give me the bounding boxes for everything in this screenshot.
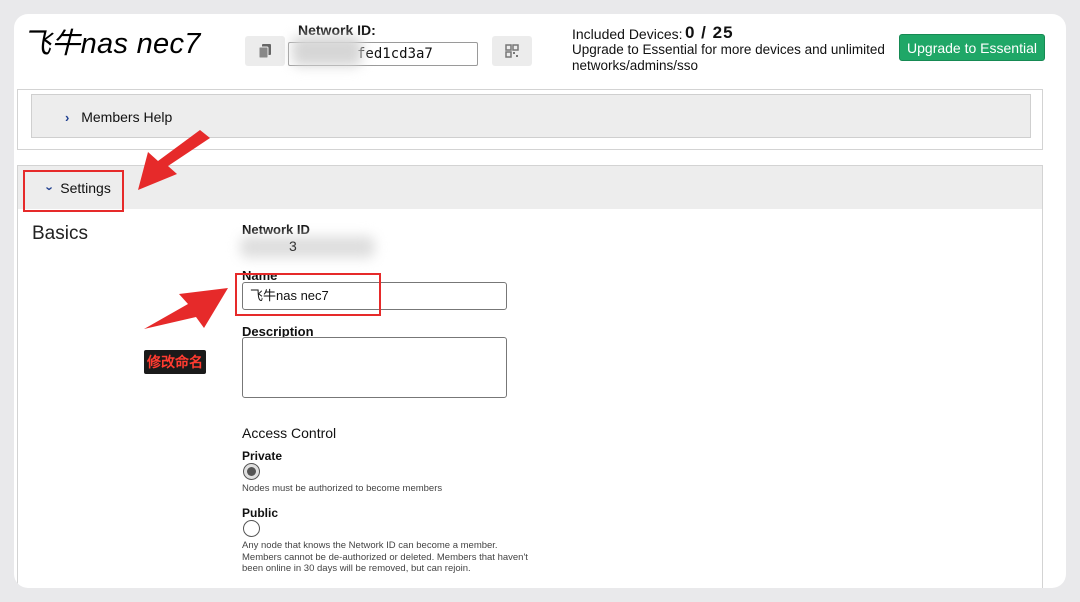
network-page: 飞牛nas nec7 Network ID: fed1cd3a7 Include…: [14, 14, 1066, 588]
arrow-to-settings: [138, 130, 210, 190]
annotation-arrows: [138, 130, 228, 329]
arrow-to-name: [144, 288, 228, 329]
